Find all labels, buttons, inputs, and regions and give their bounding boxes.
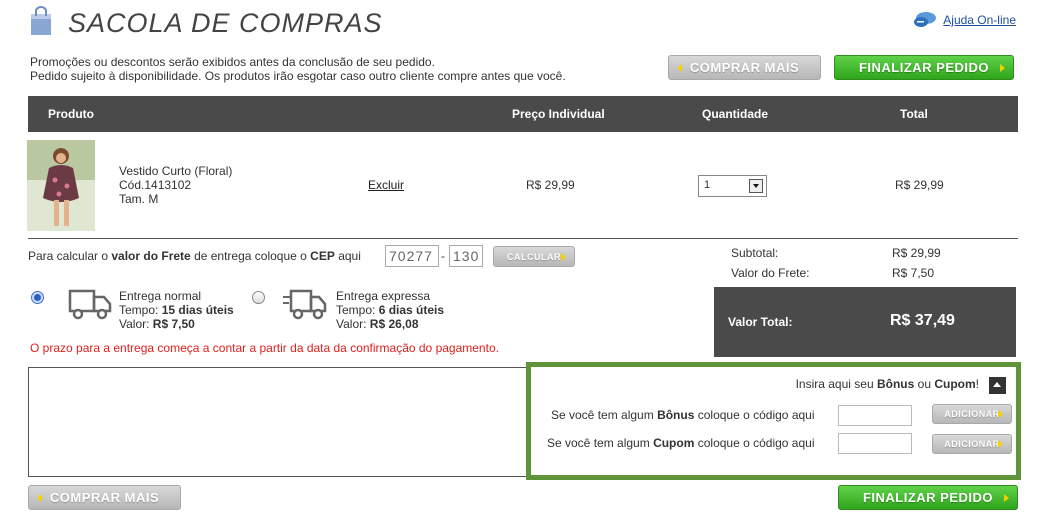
shopping-bag-icon <box>31 6 51 35</box>
delivery-express-info: Entrega expressa Tempo: 6 dias úteis Val… <box>336 289 444 331</box>
label-part: coloque o código aqui <box>694 408 815 422</box>
help-link[interactable]: Ajuda On-line <box>943 13 1016 27</box>
add-bonus-button[interactable]: ADICIONAR <box>932 404 1012 424</box>
cep-input-part1[interactable]: 70277 <box>385 245 439 267</box>
delivery-normal-title: Entrega normal <box>119 289 202 303</box>
label-bold: Cupom <box>653 436 695 450</box>
page-title: SACOLA DE COMPRAS <box>68 8 383 38</box>
product-image[interactable] <box>27 140 95 231</box>
arrow-right-icon <box>998 440 1003 448</box>
delivery-normal-info: Entrega normal Tempo: 15 dias úteis Valo… <box>119 289 234 331</box>
cep-input-part2[interactable]: 130 <box>449 245 483 267</box>
label-part: Para calcular o <box>28 249 112 263</box>
notice-promotions: Promoções ou descontos serão exibidos an… <box>30 55 435 69</box>
delivery-express-price: R$ 26,08 <box>369 317 419 331</box>
arrow-right-icon <box>998 410 1003 418</box>
quantity-select[interactable]: 1 <box>698 175 767 197</box>
coupon-code-input[interactable] <box>838 433 912 454</box>
label-part: Tempo: <box>336 303 379 317</box>
product-name[interactable]: Vestido Curto (Floral) <box>119 164 232 178</box>
label-part: Se você tem algum <box>547 436 654 450</box>
delivery-normal-time: 15 dias úteis <box>161 303 234 317</box>
col-unit-price: Preço Individual <box>512 107 605 121</box>
col-quantity: Quantidade <box>702 107 769 121</box>
button-label: COMPRAR MAIS <box>49 490 160 505</box>
button-label: ADICIONAR <box>944 409 1000 419</box>
freight-label: Valor do Frete: <box>731 266 810 280</box>
label-bold: Cupom <box>934 377 976 391</box>
button-label: FINALIZAR PEDIDO <box>862 490 994 505</box>
arrow-left-icon <box>37 493 42 502</box>
chat-bubble-icon <box>914 12 937 27</box>
label-part: aqui <box>334 249 361 263</box>
truck-icon <box>68 289 112 320</box>
col-product: Produto <box>48 107 94 121</box>
label-part: ou <box>914 377 935 391</box>
label-part: de entrega coloque o <box>190 249 311 263</box>
freight-value: R$ 7,50 <box>892 266 935 280</box>
delivery-express-title: Entrega expressa <box>336 289 431 303</box>
delivery-deadline-note: O prazo para a entrega começa a contar a… <box>30 341 499 355</box>
coupon-panel: Insira aqui seu Bônus ou Cupom! Se você … <box>526 362 1021 480</box>
arrow-right-icon <box>561 252 566 261</box>
total-label: Valor Total: <box>728 315 793 329</box>
arrow-right-icon <box>1004 493 1009 502</box>
label-part: Valor: <box>119 317 153 331</box>
label-part: ! <box>975 377 979 391</box>
coupon-label: Se você tem algum Cupom coloque o código… <box>547 436 814 450</box>
calculate-button[interactable]: CALCULAR <box>493 246 575 267</box>
subtotal-value: R$ 29,99 <box>892 246 941 260</box>
arrow-right-icon <box>1000 63 1005 72</box>
checkout-button-bottom[interactable]: FINALIZAR PEDIDO <box>838 485 1018 510</box>
checkout-button-top[interactable]: FINALIZAR PEDIDO <box>834 55 1014 80</box>
col-total: Total <box>900 107 928 121</box>
unit-price: R$ 29,99 <box>526 178 575 192</box>
button-label: ADICIONAR <box>944 439 1000 449</box>
label-bold: valor do Frete <box>111 249 191 263</box>
label-part: Valor: <box>336 317 370 331</box>
delivery-normal-price: R$ 7,50 <box>152 317 195 331</box>
label-bold: Bônus <box>657 408 695 422</box>
bonus-label: Se você tem algum Bônus coloque o código… <box>551 408 815 422</box>
total-value: R$ 37,49 <box>890 312 955 329</box>
arrow-left-icon <box>677 63 682 72</box>
subtotal-label: Subtotal: <box>731 246 779 260</box>
button-label: CALCULAR <box>507 251 561 262</box>
notice-availability: Pedido sujeito à disponibilidade. Os pro… <box>30 69 566 83</box>
delete-item-link[interactable]: Excluir <box>368 178 404 192</box>
button-label: COMPRAR MAIS <box>689 60 800 75</box>
total-box: Valor Total: R$ 37,49 <box>714 287 1016 357</box>
label-part: Insira aqui seu <box>795 377 877 391</box>
delivery-express-time: 6 dias úteis <box>378 303 445 317</box>
label-part: Tempo: <box>119 303 162 317</box>
add-coupon-button[interactable]: ADICIONAR <box>932 434 1012 454</box>
delivery-normal-radio[interactable] <box>31 291 44 304</box>
product-info: Vestido Curto (Floral) Cód.1413102 Tam. … <box>119 164 232 206</box>
chevron-down-icon <box>749 179 763 193</box>
divider <box>28 238 1018 239</box>
bonus-code-input[interactable] <box>838 405 912 426</box>
label-bold: Bônus <box>876 377 915 391</box>
quantity-value: 1 <box>704 179 711 191</box>
delivery-express-radio[interactable] <box>252 291 265 304</box>
fast-truck-icon <box>283 289 327 320</box>
label-part: Se você tem algum <box>551 408 658 422</box>
product-size: Tam. M <box>119 192 159 206</box>
cep-dash: - <box>441 249 445 263</box>
help-online[interactable]: Ajuda On-line <box>913 11 1016 29</box>
label-part: coloque o código aqui <box>694 436 815 450</box>
coupon-panel-title: Insira aqui seu Bônus ou Cupom! <box>796 377 979 391</box>
button-label: FINALIZAR PEDIDO <box>858 60 990 75</box>
product-code: Cód.1413102 <box>119 178 192 192</box>
freight-cep-label: Para calcular o valor do Frete de entreg… <box>28 249 361 263</box>
row-total: R$ 29,99 <box>895 178 944 192</box>
chevron-up-icon[interactable] <box>989 377 1006 394</box>
continue-shopping-button-top[interactable]: COMPRAR MAIS <box>668 55 821 80</box>
label-bold: CEP <box>310 249 335 263</box>
table-header: Produto Preço Individual Quantidade Tota… <box>28 96 1018 132</box>
continue-shopping-button-bottom[interactable]: COMPRAR MAIS <box>28 485 181 510</box>
